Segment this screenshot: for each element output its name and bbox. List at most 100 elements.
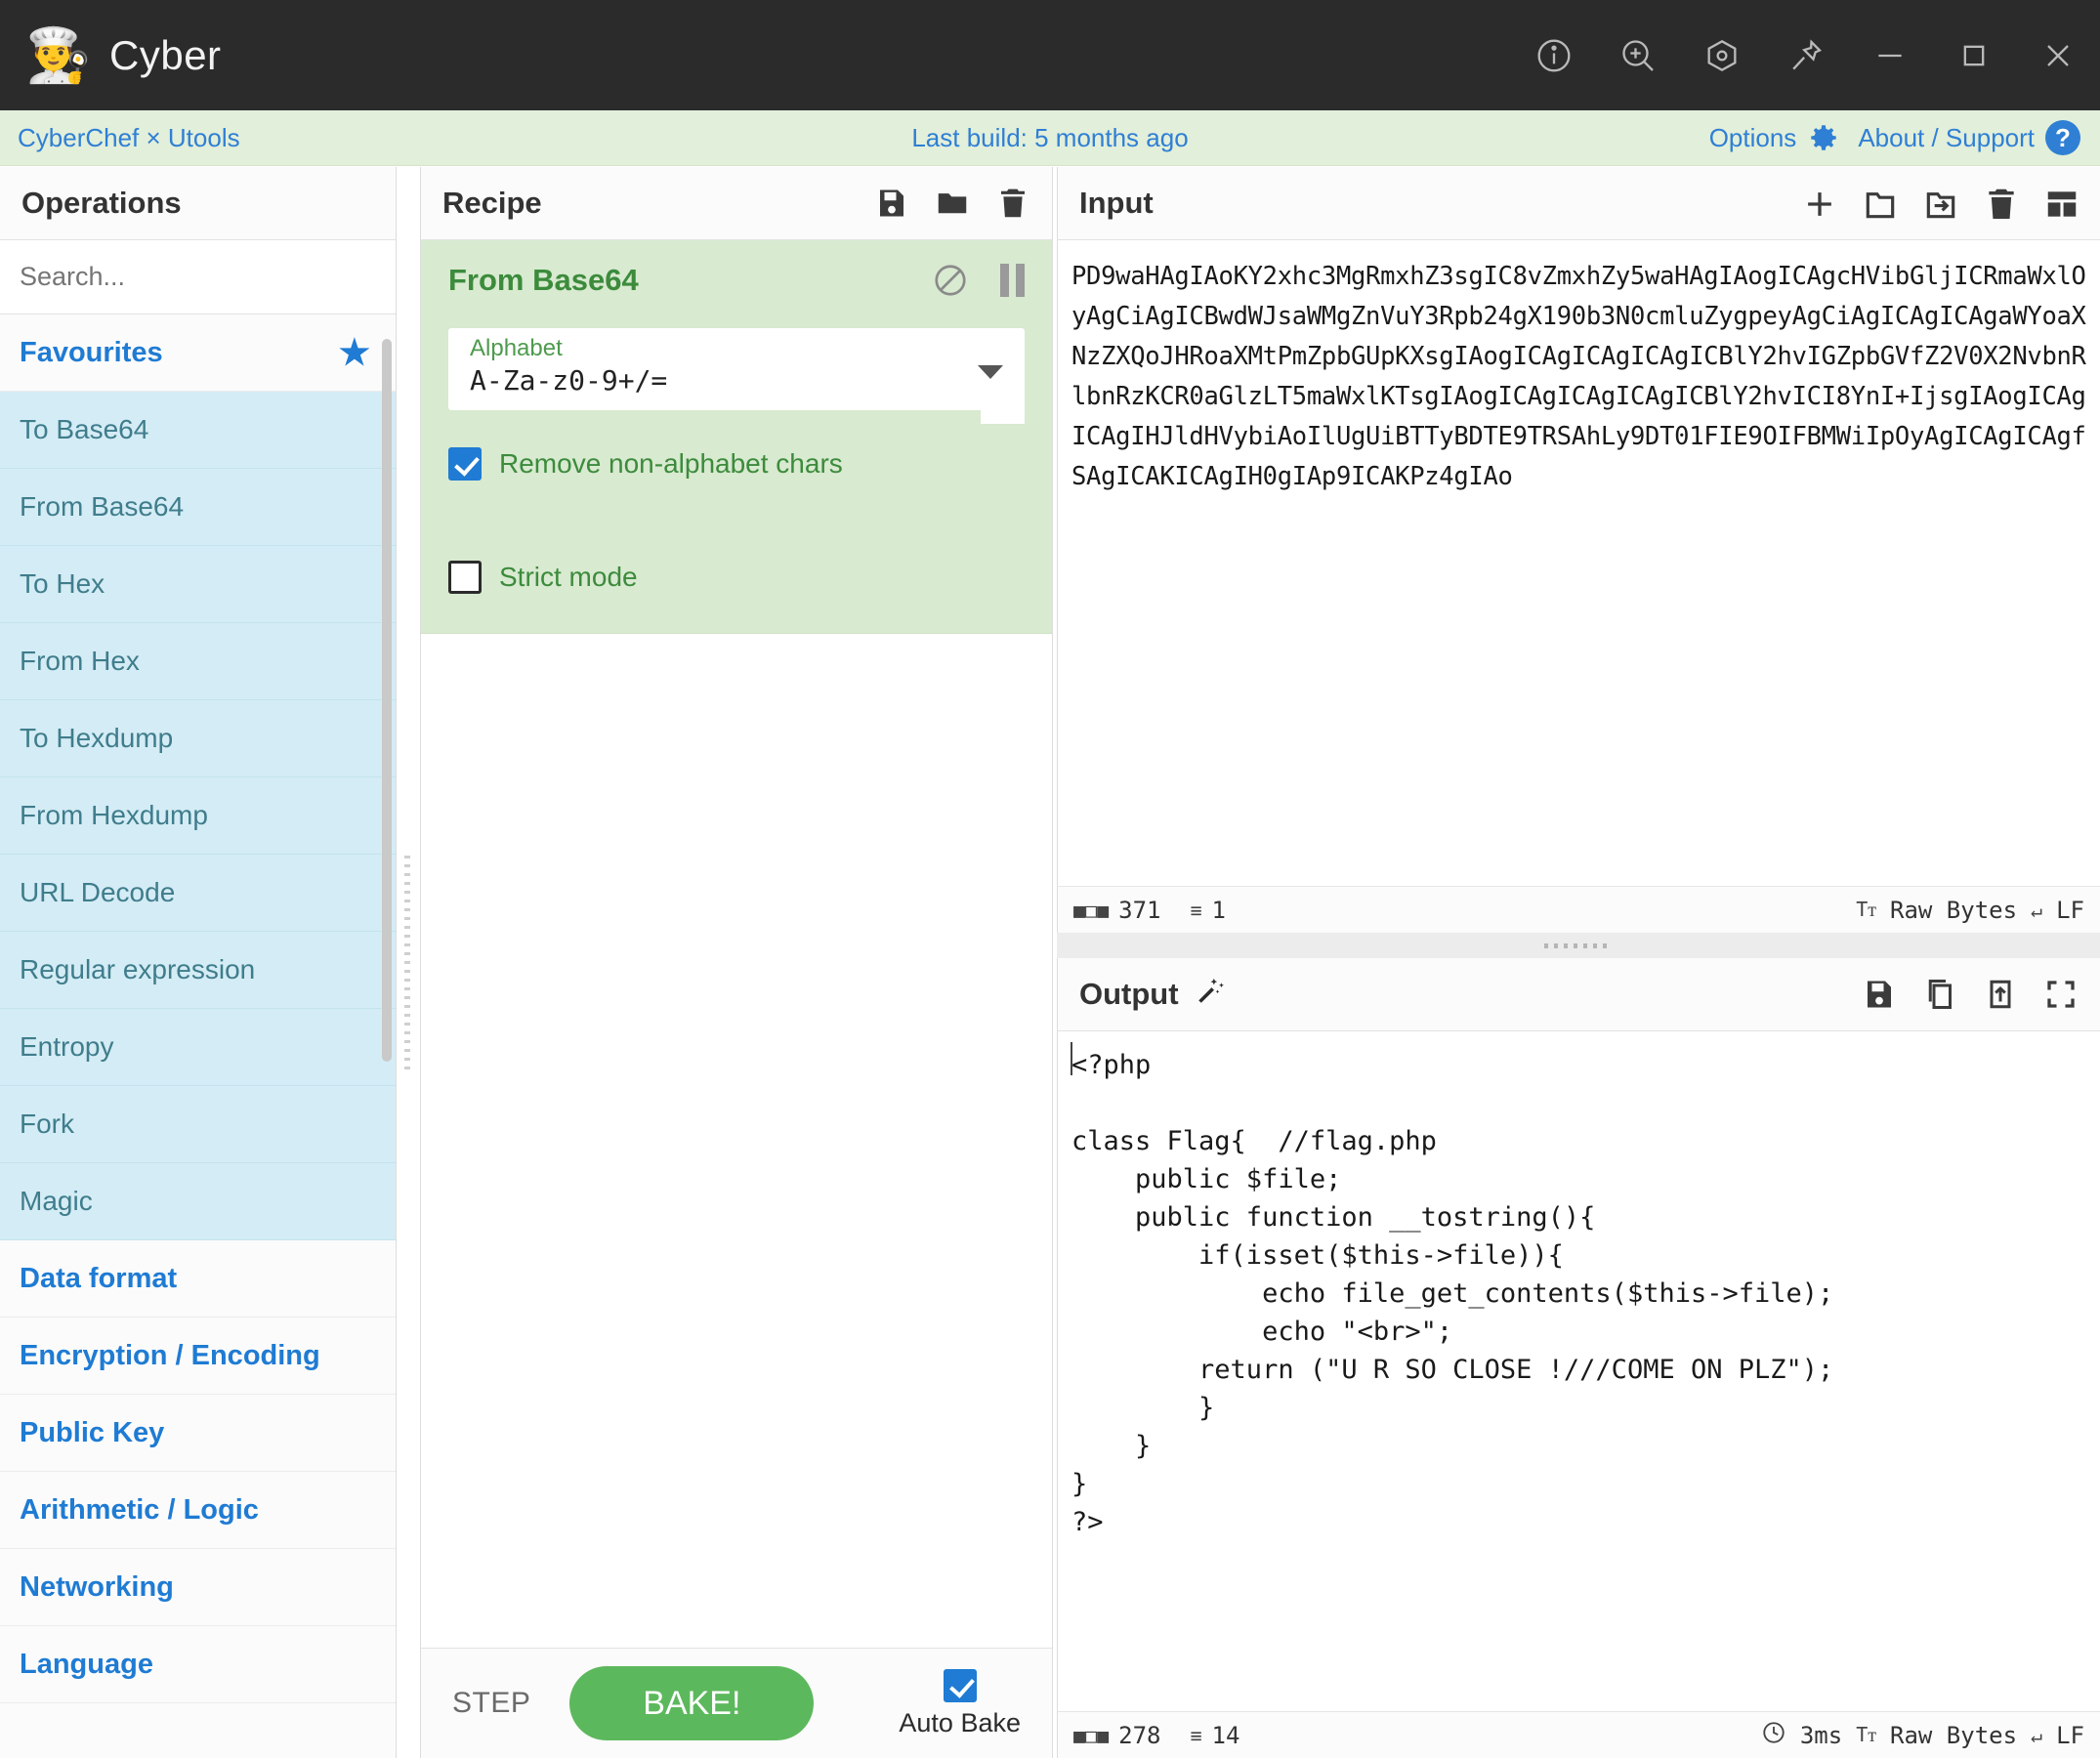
bake-button[interactable]: BAKE! <box>569 1666 815 1740</box>
operation-item-label: To Hex <box>20 568 105 599</box>
operation-item[interactable]: Entropy <box>0 1009 396 1086</box>
category-header[interactable]: Networking <box>0 1549 396 1626</box>
operation-item[interactable]: Fork <box>0 1086 396 1163</box>
star-icon[interactable]: ★ <box>339 332 376 373</box>
remove-non-alphabet-chars-label: Remove non-alphabet chars <box>499 448 843 479</box>
output-time-value: 3ms <box>1799 1721 1843 1749</box>
select-handle <box>981 406 1025 424</box>
operation-item[interactable]: To Base64 <box>0 392 396 469</box>
input-tabs-icon[interactable] <box>2043 186 2079 221</box>
remove-non-alphabet-chars-checkbox[interactable]: Remove non-alphabet chars <box>448 447 1025 481</box>
replace-input-icon[interactable] <box>1983 977 2018 1012</box>
close-icon[interactable] <box>2016 0 2100 110</box>
operations-search-row <box>0 240 396 314</box>
save-output-icon[interactable] <box>1862 977 1897 1012</box>
info-banner: CyberChef × Utools Last build: 5 months … <box>0 110 2100 166</box>
minimize-icon[interactable] <box>1848 0 1932 110</box>
operation-item[interactable]: To Hex <box>0 546 396 623</box>
operation-item-label: From Hexdump <box>20 800 208 830</box>
open-folder-as-input-icon[interactable] <box>1922 186 1957 221</box>
favourites-label: Favourites <box>20 336 163 368</box>
clock-icon <box>1761 1720 1786 1750</box>
operation-item[interactable]: From Hex <box>0 623 396 700</box>
checkbox-checked-icon[interactable] <box>448 447 482 481</box>
font-icon: Tᴛ <box>1856 1723 1876 1746</box>
bake-controls: STEP BAKE! Auto Bake <box>421 1648 1052 1758</box>
input-title: Input <box>1079 186 1154 220</box>
pause-icon[interactable] <box>1000 264 1025 297</box>
input-output-splitter[interactable] <box>1057 933 2100 958</box>
category-header[interactable]: Public Key <box>0 1395 396 1472</box>
input-status-bar: ■□■ 371 ≡ 1 Tᴛ Raw Bytes ↵ LF <box>1058 886 2100 933</box>
app-brand: 👨‍🍳 Cyber <box>0 29 222 82</box>
maximize-icon[interactable] <box>1932 0 2016 110</box>
category-header[interactable]: Encryption / Encoding <box>0 1318 396 1395</box>
auto-bake-toggle[interactable]: Auto Bake <box>899 1668 1021 1738</box>
open-folder-icon[interactable] <box>1862 186 1897 221</box>
search-input[interactable] <box>0 262 396 292</box>
copy-output-icon[interactable] <box>1922 977 1957 1012</box>
zoom-in-icon[interactable] <box>1596 0 1680 110</box>
maximise-output-icon[interactable] <box>2043 977 2079 1012</box>
step-button[interactable]: STEP <box>452 1687 530 1720</box>
output-panel: Output <?php class Flag{//flag.php publ… <box>1057 958 2100 1758</box>
operations-recipe-splitter[interactable] <box>397 167 420 1758</box>
load-recipe-icon[interactable] <box>935 186 970 221</box>
clear-recipe-icon[interactable] <box>995 186 1030 221</box>
operation-item[interactable]: Magic <box>0 1163 396 1240</box>
category-label: Networking <box>20 1570 174 1603</box>
about-support-label: About / Support <box>1858 122 2035 152</box>
operation-item-label: Regular expression <box>20 954 256 984</box>
app-title: Cyber <box>109 31 222 78</box>
splitter-grip <box>404 855 410 1070</box>
auto-bake-label: Auto Bake <box>899 1707 1021 1737</box>
operation-item[interactable]: From Hexdump <box>0 777 396 855</box>
category-label: Public Key <box>20 1416 165 1448</box>
chevron-down-icon[interactable] <box>978 365 1003 379</box>
output-lines-value: 14 <box>1211 1721 1240 1749</box>
checkbox-unchecked-icon[interactable] <box>448 561 482 594</box>
output-title: Output <box>1079 977 1179 1011</box>
pin-icon[interactable] <box>1764 0 1848 110</box>
abc-icon: ■□■ <box>1073 1723 1110 1747</box>
category-header[interactable]: Language <box>0 1626 396 1703</box>
category-label: Data format <box>20 1262 178 1294</box>
about-support-button[interactable]: About / Support ? <box>1858 120 2080 155</box>
save-recipe-icon[interactable] <box>874 186 909 221</box>
add-input-tab-icon[interactable] <box>1801 186 1836 221</box>
input-panel: Input PD9waHAgIAoKY2xhc3MgRmxhZ3sgIC8vZm… <box>1057 167 2100 933</box>
input-encoding-value[interactable]: Raw Bytes <box>1890 897 2017 924</box>
output-length-value: 278 <box>1118 1721 1161 1749</box>
strict-mode-label: Strict mode <box>499 562 638 592</box>
alphabet-select[interactable]: Alphabet A-Za-z0-9+/= <box>448 328 1025 424</box>
operation-item[interactable]: Regular expression <box>0 932 396 1009</box>
operations-scrollbar[interactable] <box>382 339 392 1062</box>
info-icon[interactable] <box>1512 0 1596 110</box>
return-icon: ↵ <box>2031 1723 2043 1747</box>
output-eol-value[interactable]: LF <box>2056 1722 2084 1749</box>
operation-item-label: URL Decode <box>20 877 176 907</box>
input-textarea[interactable]: PD9waHAgIAoKY2xhc3MgRmxhZ3sgIC8vZmxhZy5w… <box>1058 241 2100 876</box>
input-eol-value[interactable]: LF <box>2056 897 2084 924</box>
abc-icon: ■□■ <box>1073 898 1110 922</box>
devtools-icon[interactable] <box>1680 0 1764 110</box>
operation-item-label: Fork <box>20 1109 74 1139</box>
favourites-category-header[interactable]: Favourites ★ <box>0 314 396 392</box>
output-textarea[interactable]: <?php class Flag{ //flag.php public $fil… <box>1058 1032 2100 1711</box>
clear-input-icon[interactable] <box>1983 186 2018 221</box>
disable-icon[interactable] <box>932 262 969 299</box>
auto-bake-checkbox-icon[interactable] <box>943 1668 977 1702</box>
operation-item[interactable]: To Hexdump <box>0 700 396 777</box>
question-mark-icon: ? <box>2045 120 2080 155</box>
category-header[interactable]: Arithmetic / Logic <box>0 1472 396 1549</box>
cyberchef-utools-link[interactable]: CyberChef × Utools <box>18 123 240 153</box>
operation-item[interactable]: From Base64 <box>0 469 396 546</box>
output-encoding-value[interactable]: Raw Bytes <box>1890 1722 2017 1749</box>
operation-item[interactable]: URL Decode <box>0 855 396 932</box>
category-header[interactable]: Data format <box>0 1240 396 1318</box>
recipe-operation-from-base64[interactable]: From Base64 Alphabet A-Za-z0-9+/= Remove… <box>421 240 1052 634</box>
operations-title: Operations <box>21 186 182 220</box>
options-button[interactable]: Options <box>1709 121 1841 154</box>
strict-mode-checkbox[interactable]: Strict mode <box>448 561 1025 594</box>
magic-wand-icon[interactable] <box>1195 974 1228 1015</box>
